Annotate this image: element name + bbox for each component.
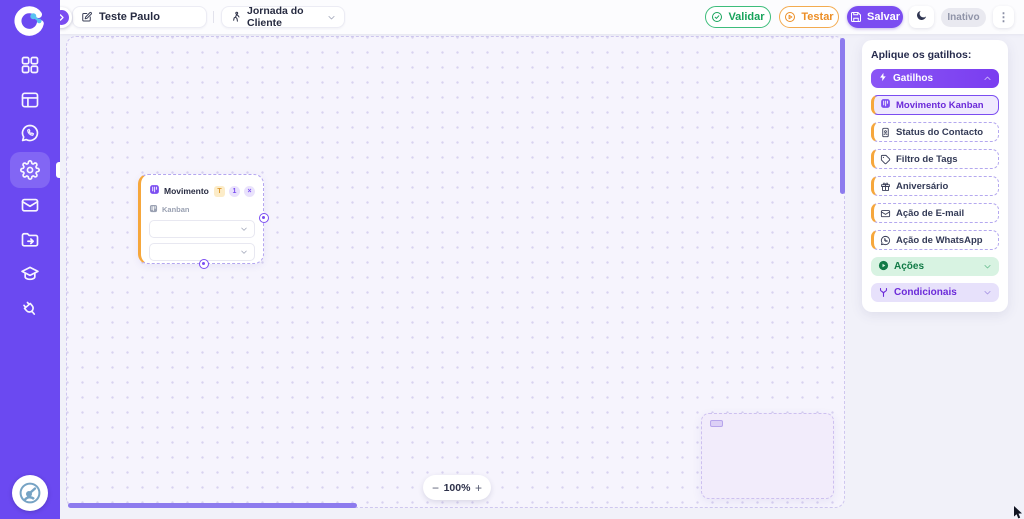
trigger-label: Aniversário (896, 180, 949, 192)
sidebar (0, 0, 60, 519)
kebab-icon: ⋮ (997, 10, 1010, 24)
status-label: Inativo (947, 12, 980, 23)
folder-import-icon[interactable] (20, 230, 40, 250)
kanban-icon (149, 204, 158, 215)
walking-person-icon (230, 11, 242, 23)
moon-icon (915, 9, 928, 25)
trigger-item-acao-whatsapp[interactable]: Ação de WhatsApp (871, 230, 999, 250)
gift-icon (880, 181, 891, 192)
vertical-scrollbar[interactable] (840, 38, 845, 194)
node-count-badge: 1 (229, 185, 240, 197)
lightning-icon (878, 72, 888, 85)
trigger-label: Ação de WhatsApp (896, 234, 983, 246)
zoom-level: 100% (443, 481, 471, 494)
journey-select-value: Jornada do Cliente (247, 5, 304, 29)
mouse-cursor (1013, 506, 1024, 519)
more-options-button[interactable]: ⋮ (993, 6, 1014, 28)
test-button[interactable]: Testar (779, 6, 839, 28)
branch-icon (878, 287, 889, 298)
user-avatar[interactable] (12, 475, 48, 511)
node-close-button[interactable]: × (244, 185, 255, 197)
trigger-item-movimento-kanban[interactable]: Movimento Kanban (871, 95, 999, 115)
node-select-board[interactable] (149, 220, 255, 238)
chevron-down-icon (983, 262, 992, 271)
chevron-up-icon (983, 74, 992, 83)
tag-icon (880, 154, 891, 165)
triggers-panel: Aplique os gatilhos: Gatilhos Movimento … (862, 40, 1008, 312)
dashboard-icon[interactable] (20, 55, 40, 75)
contact-icon (880, 127, 891, 138)
trigger-item-filtro-tags[interactable]: Filtro de Tags (871, 149, 999, 169)
trigger-item-aniversario[interactable]: Aniversário (871, 176, 999, 196)
panel-title: Aplique os gatilhos: (871, 49, 972, 61)
node-output-handle-bottom[interactable] (199, 259, 209, 269)
mail-icon (880, 208, 891, 219)
status-badge: Inativo (941, 8, 986, 27)
kanban-icon (149, 182, 160, 200)
play-circle-icon (878, 260, 889, 274)
minimap-node (710, 420, 723, 427)
horizontal-scrollbar[interactable] (68, 503, 357, 508)
play-circle-icon (784, 11, 796, 23)
chevron-down-icon (983, 288, 992, 297)
save-label: Salvar (866, 11, 901, 23)
validate-button[interactable]: Validar (705, 6, 771, 28)
board-icon[interactable] (20, 90, 40, 110)
whatsapp-icon (880, 235, 891, 246)
section-label: Condicionais (894, 287, 957, 298)
canvas-minimap[interactable] (701, 413, 834, 499)
trigger-item-status-contacto[interactable]: Status do Contacto (871, 122, 999, 142)
trigger-label: Filtro de Tags (896, 153, 958, 165)
section-condicionais[interactable]: Condicionais (871, 283, 999, 302)
edit-icon (81, 11, 93, 23)
trigger-node-movimento-kanban[interactable]: Movimento ... T 1 × Kanban (138, 174, 269, 269)
flow-canvas[interactable]: Movimento ... T 1 × Kanban (66, 36, 845, 508)
flow-name-field[interactable] (72, 6, 207, 28)
inbox-icon[interactable] (20, 195, 40, 215)
section-gatilhos[interactable]: Gatilhos (871, 69, 999, 88)
education-icon[interactable] (20, 264, 40, 284)
node-title: Movimento ... (164, 186, 210, 196)
zoom-control: − 100% + (423, 475, 491, 500)
zoom-in-button[interactable]: + (475, 482, 482, 494)
sidebar-active-indicator (56, 162, 60, 178)
node-subtitle: Kanban (162, 205, 190, 214)
integrations-icon[interactable] (20, 299, 40, 319)
topbar-divider (213, 11, 214, 23)
test-label: Testar (801, 11, 834, 23)
trigger-label: Status do Contacto (896, 126, 984, 138)
flow-name-input[interactable] (99, 11, 198, 23)
node-output-handle-right[interactable] (259, 213, 269, 223)
node-type-badge: T (214, 185, 225, 197)
trigger-label: Ação de E-mail (896, 207, 965, 219)
settings-icon[interactable] (20, 160, 40, 180)
trigger-item-acao-email[interactable]: Ação de E-mail (871, 203, 999, 223)
section-acoes[interactable]: Ações (871, 257, 999, 276)
dark-mode-toggle[interactable] (909, 6, 934, 28)
check-circle-icon (711, 11, 723, 23)
zoom-out-button[interactable]: − (432, 482, 439, 494)
save-icon (850, 11, 862, 23)
trigger-label: Movimento Kanban (896, 99, 984, 111)
flow-builder-app: Jornada do Cliente Validar Testar Salvar (0, 0, 1024, 519)
save-button[interactable]: Salvar (847, 6, 903, 28)
kanban-icon (880, 98, 891, 112)
topbar: Jornada do Cliente Validar Testar Salvar (51, 0, 1024, 34)
journey-type-select[interactable]: Jornada do Cliente (221, 5, 345, 29)
section-label: Ações (894, 261, 925, 272)
whatsapp-icon[interactable] (20, 123, 40, 143)
section-label: Gatilhos (893, 73, 934, 84)
validate-label: Validar (728, 11, 765, 23)
chevron-down-icon (327, 13, 336, 22)
app-logo-icon (13, 6, 45, 38)
